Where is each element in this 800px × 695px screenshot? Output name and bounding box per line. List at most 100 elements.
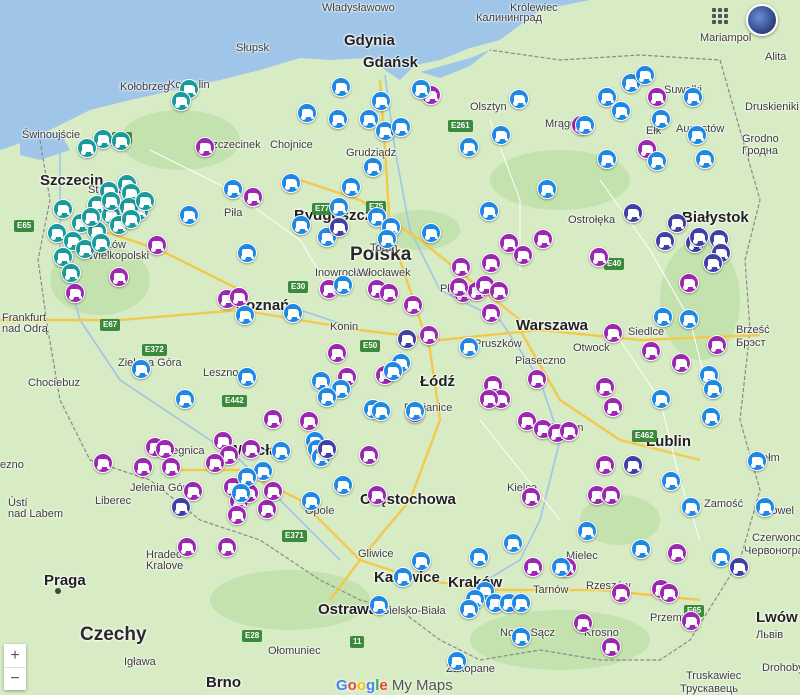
map-marker-blue[interactable] [703, 379, 723, 399]
map-marker-purple[interactable] [527, 369, 547, 389]
map-marker-blue[interactable] [459, 337, 479, 357]
map-marker-blue[interactable] [393, 567, 413, 587]
map-marker-teal[interactable] [111, 131, 131, 151]
map-marker-blue[interactable] [329, 197, 349, 217]
map-marker-blue[interactable] [179, 205, 199, 225]
map-marker-purple[interactable] [257, 499, 277, 519]
map-marker-blue[interactable] [509, 89, 529, 109]
map-marker-purple[interactable] [559, 421, 579, 441]
map-marker-indigo[interactable] [703, 253, 723, 273]
map-marker-blue[interactable] [597, 149, 617, 169]
map-marker-purple[interactable] [481, 303, 501, 323]
map-marker-purple[interactable] [707, 335, 727, 355]
map-marker-blue[interactable] [369, 595, 389, 615]
map-marker-blue[interactable] [679, 309, 699, 329]
map-marker-purple[interactable] [589, 247, 609, 267]
map-marker-blue[interactable] [223, 179, 243, 199]
map-marker-purple[interactable] [155, 439, 175, 459]
map-marker-blue[interactable] [651, 109, 671, 129]
map-marker-blue[interactable] [651, 389, 671, 409]
map-marker-purple[interactable] [147, 235, 167, 255]
account-avatar[interactable] [746, 4, 778, 36]
map-marker-purple[interactable] [595, 377, 615, 397]
map-marker-blue[interactable] [575, 115, 595, 135]
map-marker-blue[interactable] [175, 389, 195, 409]
map-marker-teal[interactable] [101, 191, 121, 211]
map-marker-blue[interactable] [271, 441, 291, 461]
map-marker-purple[interactable] [109, 267, 129, 287]
map-marker-blue[interactable] [281, 173, 301, 193]
map-marker-purple[interactable] [513, 245, 533, 265]
map-marker-blue[interactable] [371, 401, 391, 421]
map-marker-blue[interactable] [647, 151, 667, 171]
map-marker-teal[interactable] [91, 233, 111, 253]
map-marker-blue[interactable] [511, 627, 531, 647]
map-marker-blue[interactable] [363, 157, 383, 177]
map-marker-indigo[interactable] [623, 455, 643, 475]
map-marker-blue[interactable] [459, 599, 479, 619]
map-marker-blue[interactable] [687, 125, 707, 145]
zoom-in-button[interactable]: + [4, 644, 26, 667]
map-marker-purple[interactable] [603, 323, 623, 343]
map-marker-purple[interactable] [595, 455, 615, 475]
map-marker-teal[interactable] [81, 207, 101, 227]
map-marker-purple[interactable] [641, 341, 661, 361]
map-marker-blue[interactable] [377, 229, 397, 249]
map-marker-blue[interactable] [131, 359, 151, 379]
map-marker-purple[interactable] [419, 325, 439, 345]
map-marker-teal[interactable] [61, 263, 81, 283]
map-marker-blue[interactable] [411, 79, 431, 99]
map-marker-blue[interactable] [683, 87, 703, 107]
map-marker-purple[interactable] [359, 445, 379, 465]
map-marker-blue[interactable] [537, 179, 557, 199]
map-marker-purple[interactable] [449, 277, 469, 297]
map-marker-purple[interactable] [451, 257, 471, 277]
map-marker-blue[interactable] [421, 223, 441, 243]
map-marker-indigo[interactable] [667, 213, 687, 233]
map-marker-purple[interactable] [611, 583, 631, 603]
map-marker-blue[interactable] [447, 651, 467, 671]
map-marker-blue[interactable] [491, 125, 511, 145]
map-marker-purple[interactable] [523, 557, 543, 577]
map-marker-blue[interactable] [405, 401, 425, 421]
map-marker-blue[interactable] [747, 451, 767, 471]
map-marker-purple[interactable] [241, 439, 261, 459]
map-marker-purple[interactable] [177, 537, 197, 557]
map-marker-indigo[interactable] [623, 203, 643, 223]
map-marker-indigo[interactable] [397, 329, 417, 349]
map-marker-blue[interactable] [383, 361, 403, 381]
map-marker-blue[interactable] [755, 497, 775, 517]
map-marker-purple[interactable] [93, 453, 113, 473]
map-marker-blue[interactable] [297, 103, 317, 123]
map-marker-purple[interactable] [379, 283, 399, 303]
map-marker-blue[interactable] [317, 387, 337, 407]
map-marker-purple[interactable] [671, 353, 691, 373]
map-marker-purple[interactable] [573, 613, 593, 633]
map-marker-blue[interactable] [695, 149, 715, 169]
map-marker-purple[interactable] [403, 295, 423, 315]
map-marker-blue[interactable] [231, 483, 251, 503]
map-marker-blue[interactable] [331, 77, 351, 97]
map-marker-indigo[interactable] [729, 557, 749, 577]
map-marker-blue[interactable] [333, 275, 353, 295]
map-marker-blue[interactable] [503, 533, 523, 553]
map-marker-purple[interactable] [229, 287, 249, 307]
map-marker-purple[interactable] [161, 457, 181, 477]
map-marker-blue[interactable] [631, 539, 651, 559]
map-marker-purple[interactable] [227, 505, 247, 525]
map-marker-purple[interactable] [667, 543, 687, 563]
map-marker-blue[interactable] [661, 471, 681, 491]
map-marker-blue[interactable] [328, 109, 348, 129]
map-marker-blue[interactable] [635, 65, 655, 85]
map-marker-blue[interactable] [291, 215, 311, 235]
map-marker-blue[interactable] [283, 303, 303, 323]
map-marker-indigo[interactable] [655, 231, 675, 251]
map-marker-blue[interactable] [235, 305, 255, 325]
map-marker-purple[interactable] [367, 485, 387, 505]
map-marker-indigo[interactable] [689, 227, 709, 247]
map-marker-indigo[interactable] [171, 497, 191, 517]
map-marker-blue[interactable] [711, 547, 731, 567]
map-marker-purple[interactable] [217, 537, 237, 557]
map-marker-blue[interactable] [237, 243, 257, 263]
map-marker-purple[interactable] [299, 411, 319, 431]
